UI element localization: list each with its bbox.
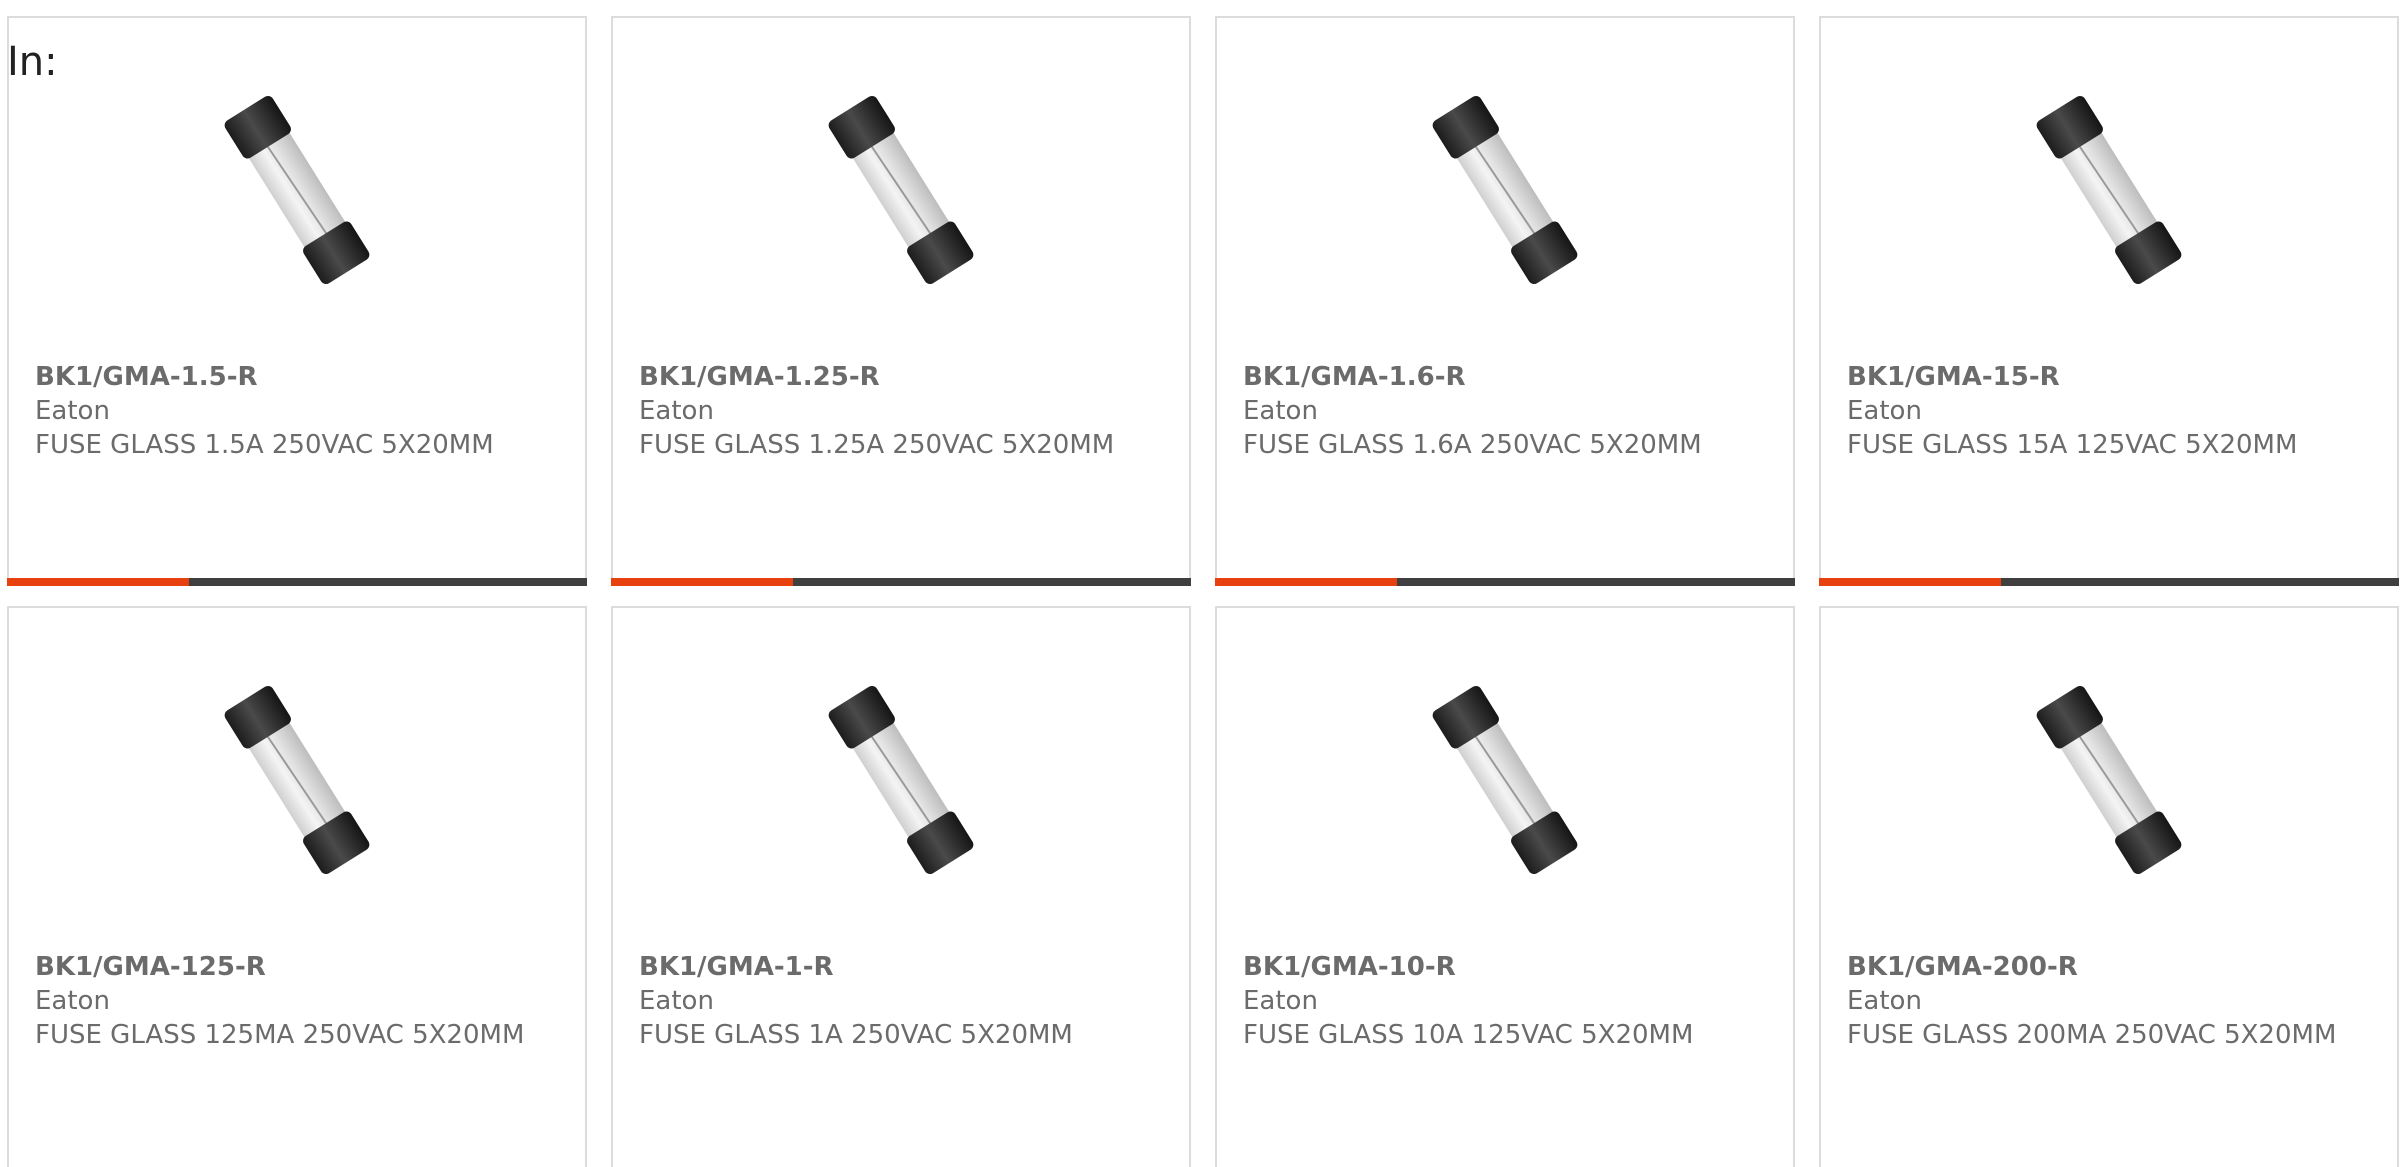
part-number-link[interactable]: BK1/GMA-1.6-R [1243, 360, 1763, 394]
part-number-link[interactable]: BK1/GMA-15-R [1847, 360, 2367, 394]
product-info: BK1/GMA-1-R Eaton FUSE GLASS 1A 250VAC 5… [639, 950, 1159, 1052]
part-number-link[interactable]: BK1/GMA-125-R [35, 950, 555, 984]
product-info: BK1/GMA-1.5-R Eaton FUSE GLASS 1.5A 250V… [35, 360, 555, 462]
product-info: BK1/GMA-125-R Eaton FUSE GLASS 125MA 250… [35, 950, 555, 1052]
part-number-link[interactable]: BK1/GMA-1.5-R [35, 360, 555, 394]
manufacturer: Eaton [1847, 396, 1922, 426]
glass-fuse-icon[interactable] [195, 90, 399, 290]
product-description: FUSE GLASS 1.6A 250VAC 5X20MM [1243, 430, 1702, 460]
card-bottom-bar [1215, 578, 1795, 586]
product-description: FUSE GLASS 200MA 250VAC 5X20MM [1847, 1020, 2337, 1050]
glass-fuse-icon[interactable] [1403, 90, 1607, 290]
manufacturer: Eaton [1243, 986, 1318, 1016]
product-description: FUSE GLASS 1.5A 250VAC 5X20MM [35, 430, 494, 460]
product-card[interactable]: BK1/GMA-200-R Eaton FUSE GLASS 200MA 250… [1819, 606, 2399, 1167]
glass-fuse-icon[interactable] [799, 90, 1003, 290]
part-number-link[interactable]: BK1/GMA-200-R [1847, 950, 2367, 984]
glass-fuse-icon[interactable] [2007, 680, 2211, 880]
manufacturer: Eaton [1847, 986, 1922, 1016]
product-info: BK1/GMA-1.25-R Eaton FUSE GLASS 1.25A 25… [639, 360, 1159, 462]
product-card[interactable]: BK1/GMA-1.25-R Eaton FUSE GLASS 1.25A 25… [611, 16, 1191, 586]
card-accent-bar [7, 578, 189, 586]
part-number-link[interactable]: BK1/GMA-10-R [1243, 950, 1763, 984]
manufacturer: Eaton [1243, 396, 1318, 426]
product-description: FUSE GLASS 1A 250VAC 5X20MM [639, 1020, 1073, 1050]
product-info: BK1/GMA-200-R Eaton FUSE GLASS 200MA 250… [1847, 950, 2367, 1052]
product-card[interactable]: BK1/GMA-15-R Eaton FUSE GLASS 15A 125VAC… [1819, 16, 2399, 586]
manufacturer: Eaton [35, 396, 110, 426]
card-bottom-bar [7, 578, 587, 586]
glass-fuse-icon[interactable] [1403, 680, 1607, 880]
product-description: FUSE GLASS 10A 125VAC 5X20MM [1243, 1020, 1694, 1050]
product-card[interactable]: BK1/GMA-125-R Eaton FUSE GLASS 125MA 250… [7, 606, 587, 1167]
card-bottom-bar [611, 578, 1191, 586]
card-accent-bar [1819, 578, 2001, 586]
product-description: FUSE GLASS 1.25A 250VAC 5X20MM [639, 430, 1115, 460]
product-results-page: In: BK1/GMA-1.5-R Eaton FUSE GLASS 1.5A … [0, 0, 2400, 1167]
product-card[interactable]: BK1/GMA-1-R Eaton FUSE GLASS 1A 250VAC 5… [611, 606, 1191, 1167]
manufacturer: Eaton [35, 986, 110, 1016]
in-label: In: [7, 39, 58, 85]
product-info: BK1/GMA-15-R Eaton FUSE GLASS 15A 125VAC… [1847, 360, 2367, 462]
product-description: FUSE GLASS 15A 125VAC 5X20MM [1847, 430, 2298, 460]
card-accent-bar [1215, 578, 1397, 586]
glass-fuse-icon[interactable] [2007, 90, 2211, 290]
part-number-link[interactable]: BK1/GMA-1-R [639, 950, 1159, 984]
glass-fuse-icon[interactable] [195, 680, 399, 880]
card-bottom-bar [1819, 578, 2399, 586]
manufacturer: Eaton [639, 396, 714, 426]
product-card[interactable]: BK1/GMA-1.6-R Eaton FUSE GLASS 1.6A 250V… [1215, 16, 1795, 586]
product-card[interactable]: BK1/GMA-10-R Eaton FUSE GLASS 10A 125VAC… [1215, 606, 1795, 1167]
product-info: BK1/GMA-10-R Eaton FUSE GLASS 10A 125VAC… [1243, 950, 1763, 1052]
glass-fuse-icon[interactable] [799, 680, 1003, 880]
part-number-link[interactable]: BK1/GMA-1.25-R [639, 360, 1159, 394]
product-description: FUSE GLASS 125MA 250VAC 5X20MM [35, 1020, 525, 1050]
manufacturer: Eaton [639, 986, 714, 1016]
product-info: BK1/GMA-1.6-R Eaton FUSE GLASS 1.6A 250V… [1243, 360, 1763, 462]
product-card[interactable]: BK1/GMA-1.5-R Eaton FUSE GLASS 1.5A 250V… [7, 16, 587, 586]
card-accent-bar [611, 578, 793, 586]
product-grid: BK1/GMA-1.5-R Eaton FUSE GLASS 1.5A 250V… [7, 16, 2399, 1167]
